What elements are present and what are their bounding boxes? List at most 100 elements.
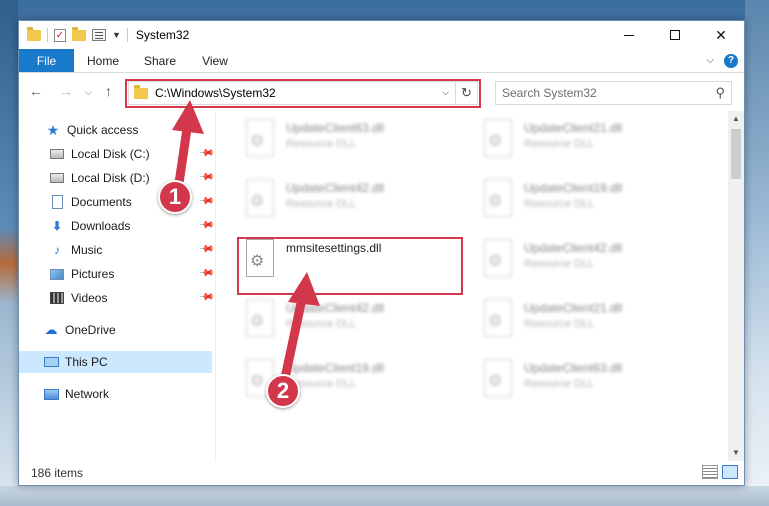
forward-arrow-icon[interactable]: → xyxy=(59,83,73,99)
sidebar-item-quick-access[interactable]: ★ Quick access xyxy=(19,119,212,141)
file-name: UpdateClient42.dll xyxy=(286,301,385,315)
file-tile[interactable]: ⚙ UpdateClient42.dll Resource DLL xyxy=(480,239,710,295)
sidebar-item-label: Network xyxy=(65,387,110,401)
gear-icon: ⚙ xyxy=(250,193,265,210)
sidebar-item-label: Pictures xyxy=(71,267,115,281)
tab-home[interactable]: Home xyxy=(74,49,132,72)
back-arrow-icon[interactable]: ← xyxy=(29,83,43,99)
file-name: UpdateClient63.dll xyxy=(286,121,385,135)
sidebar-item-label: Documents xyxy=(71,195,132,209)
minimize-button[interactable] xyxy=(606,21,652,49)
gear-icon: ⚙ xyxy=(250,133,265,150)
file-tile[interactable]: ⚙ UpdateClient42.dll Resource DLL xyxy=(242,179,472,235)
desktop-background-bottom xyxy=(0,486,769,506)
file-tile[interactable]: ⚙ UpdateClient19.dll Resource DLL xyxy=(480,179,710,235)
navigation-pane: ★ Quick access Local Disk (C:) 📌 Local D… xyxy=(19,111,215,461)
star-icon: ★ xyxy=(46,121,60,138)
sidebar-item-label: Local Disk (D:) xyxy=(71,171,150,185)
explorer-window: ✓ ▼ System32 ✕ File Home Share View ⌵ ? … xyxy=(18,20,745,486)
sidebar-item-label: Music xyxy=(71,243,103,257)
search-input[interactable] xyxy=(502,86,702,100)
expand-ribbon-icon[interactable]: ⌵ xyxy=(706,55,714,66)
status-bar: 186 items xyxy=(19,461,744,485)
sidebar-item-onedrive[interactable]: ☁ OneDrive xyxy=(19,319,212,341)
maximize-icon xyxy=(670,30,680,40)
sidebar-item-label: This PC xyxy=(65,355,108,369)
ribbon-tabs: File Home Share View ⌵ ? xyxy=(19,49,744,73)
scroll-down-icon[interactable]: ▼ xyxy=(728,445,744,461)
customize-toolbar-icon[interactable]: ▼ xyxy=(112,30,121,40)
file-name: UpdateClient42.dll xyxy=(286,181,385,195)
file-tile[interactable]: ⚙ UpdateClient63.dll Resource DLL xyxy=(480,359,710,415)
sidebar-item-downloads[interactable]: ⬇ Downloads 📌 xyxy=(19,215,214,237)
properties-icon[interactable] xyxy=(92,29,106,41)
network-icon xyxy=(43,388,59,400)
search-box[interactable]: ⚲ xyxy=(495,81,732,105)
maximize-button[interactable] xyxy=(652,21,698,49)
help-icon[interactable]: ? xyxy=(724,53,738,68)
details-view-icon[interactable] xyxy=(702,465,718,479)
sidebar-item-videos[interactable]: Videos 📌 xyxy=(19,287,214,309)
vertical-scrollbar[interactable]: ▲ ▼ xyxy=(728,111,744,461)
large-icons-view-icon[interactable] xyxy=(722,465,738,479)
close-icon: ✕ xyxy=(715,26,727,43)
pin-icon[interactable]: 📌 xyxy=(197,241,214,258)
file-type: Resource DLL xyxy=(524,378,595,390)
scrollbar-thumb[interactable] xyxy=(731,129,741,179)
gear-icon: ⚙ xyxy=(488,133,503,150)
tab-file[interactable]: File xyxy=(19,49,74,72)
highlight-box-address xyxy=(125,79,481,108)
close-button[interactable]: ✕ xyxy=(698,21,744,49)
pin-icon[interactable]: 📌 xyxy=(197,145,214,162)
videos-icon xyxy=(50,292,64,304)
file-tile[interactable]: ⚙ UpdateClient63.dll Resource DLL xyxy=(242,119,472,175)
sidebar-item-pictures[interactable]: Pictures 📌 xyxy=(19,263,214,285)
sidebar-item-music[interactable]: ♪ Music 📌 xyxy=(19,239,214,261)
sidebar-item-network[interactable]: Network xyxy=(19,383,212,405)
pictures-icon xyxy=(50,268,64,280)
sidebar-item-label: Downloads xyxy=(71,219,131,233)
file-type: Resource DLL xyxy=(286,318,357,330)
checkmark-icon[interactable]: ✓ xyxy=(54,28,66,42)
disk-icon xyxy=(50,173,64,183)
up-arrow-icon[interactable]: ↑ xyxy=(105,83,112,99)
folder-icon[interactable] xyxy=(27,26,41,41)
sidebar-item-label: Quick access xyxy=(67,123,139,137)
gear-icon: ⚙ xyxy=(250,313,265,330)
sidebar-item-label: Videos xyxy=(71,291,108,305)
file-type: Resource DLL xyxy=(524,138,595,150)
pin-icon[interactable]: 📌 xyxy=(197,169,214,186)
pin-icon[interactable]: 📌 xyxy=(197,193,214,210)
gear-icon: ⚙ xyxy=(488,313,503,330)
file-tile[interactable]: ⚙ UpdateClient21.dll Resource DLL xyxy=(480,119,710,175)
file-tile[interactable]: ⚙ UpdateClient42.dll Resource DLL xyxy=(242,299,472,355)
cloud-icon: ☁ xyxy=(44,322,58,337)
quick-access-toolbar: ✓ ▼ xyxy=(19,21,128,49)
gear-icon: ⚙ xyxy=(250,373,265,390)
sidebar-item-label: Local Disk (C:) xyxy=(71,147,150,161)
pin-icon[interactable]: 📌 xyxy=(197,265,214,282)
sidebar-item-local-disk-c[interactable]: Local Disk (C:) 📌 xyxy=(19,143,214,165)
file-name: UpdateClient19.dll xyxy=(524,181,623,195)
pin-icon[interactable]: 📌 xyxy=(197,217,214,234)
file-type: Resource DLL xyxy=(286,138,357,150)
title-bar[interactable]: ✓ ▼ System32 ✕ xyxy=(19,21,744,49)
desktop-background-right xyxy=(745,0,769,506)
file-name: UpdateClient63.dll xyxy=(524,361,623,375)
scroll-up-icon[interactable]: ▲ xyxy=(728,111,744,127)
toolbar-divider xyxy=(126,28,128,42)
new-folder-icon[interactable] xyxy=(72,26,86,41)
pin-icon[interactable]: 📌 xyxy=(197,289,214,306)
minimize-icon xyxy=(624,34,634,36)
tab-view[interactable]: View xyxy=(188,49,242,72)
recent-locations-icon[interactable]: ⌵ xyxy=(85,87,92,98)
file-name: UpdateClient21.dll xyxy=(524,121,623,135)
search-icon[interactable]: ⚲ xyxy=(715,85,725,101)
music-icon: ♪ xyxy=(54,243,60,257)
file-tile[interactable]: ⚙ UpdateClient21.dll Resource DLL xyxy=(480,299,710,355)
sidebar-item-this-pc[interactable]: This PC xyxy=(19,351,212,373)
ribbon-right-controls: ⌵ ? xyxy=(706,49,744,72)
tab-share[interactable]: Share xyxy=(132,49,188,72)
window-title: System32 xyxy=(135,28,190,42)
file-type: Resource DLL xyxy=(524,318,595,330)
